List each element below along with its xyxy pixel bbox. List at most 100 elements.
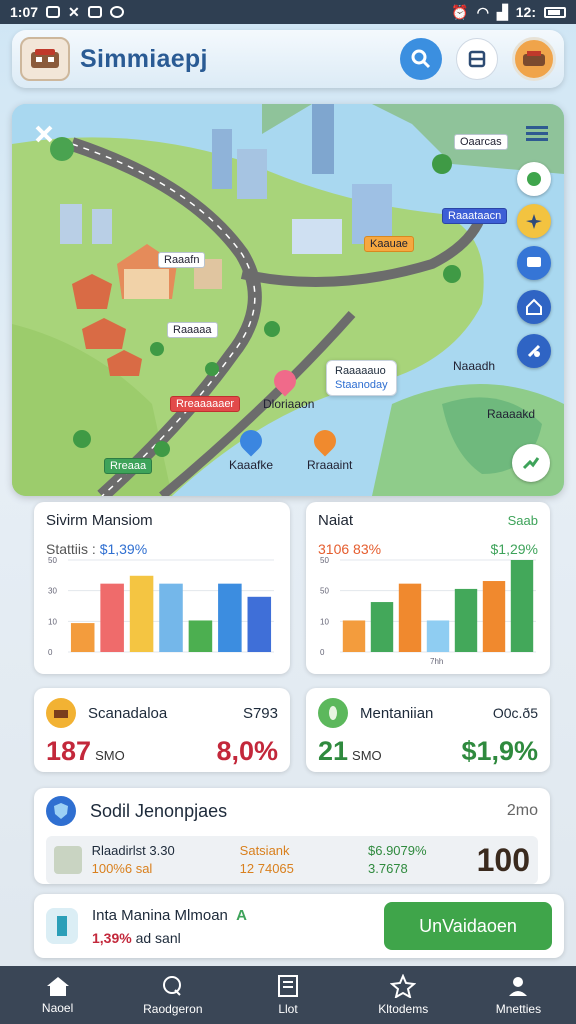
action-card[interactable]: Inta Manina Mlmoan A 1,39% ad sanl UnVai…: [34, 894, 564, 958]
bar: [426, 620, 450, 652]
map-label-right-blue[interactable]: Raaataacn: [442, 208, 508, 224]
city-map[interactable]: Oaarcas Raaafn Raaaaa Raaataacn Kaauae R…: [12, 104, 564, 496]
nav-profile[interactable]: Mnetties: [461, 966, 576, 1024]
chart-left-title: Sivirm Mansiom: [46, 512, 153, 529]
y-tick-label: 30: [48, 587, 57, 596]
stat-left-unit: SMO: [95, 748, 125, 763]
star-icon: [390, 974, 417, 998]
map-callout-line1: Raaaaauo: [335, 365, 386, 377]
map-pin-center-label: Dloriaaon: [263, 397, 315, 411]
social-right-line2: 3.7678: [368, 861, 408, 876]
social-left-line1: Rlaadirlst 3.30: [91, 843, 175, 858]
traffic-layer-icon[interactable]: [517, 204, 551, 238]
alarm-icon: ⏰: [451, 3, 469, 20]
chart-left-stat-value: $1,39%: [99, 541, 148, 557]
social-big-number: 100: [476, 841, 530, 878]
map-background: [12, 104, 564, 496]
map-pin-bottom-right-label: Rraaaint: [307, 458, 353, 472]
bar: [218, 583, 242, 652]
map-callout[interactable]: Raaaaauo Staanoday: [326, 360, 397, 396]
app-logo-icon[interactable]: [20, 37, 70, 81]
stat-right-percent: $1,9%: [461, 736, 538, 766]
shield-icon: [46, 796, 76, 826]
social-title: Sodil Jenonpjaes: [90, 800, 228, 821]
y-tick-label: 50: [320, 556, 329, 565]
map-pin-bottom-left-label: Kaaafke: [229, 458, 274, 472]
y-tick-label: 0: [48, 648, 53, 657]
shuffle-icon: ✕: [68, 3, 80, 20]
app-header: Simmiaepj: [12, 30, 564, 88]
bar: [247, 596, 272, 652]
home-layer-icon[interactable]: [517, 290, 551, 324]
bottom-nav: Naoel Raodgeron Llot Kltodems Mnetties: [0, 966, 576, 1024]
action-sub-value: 1,39%: [92, 929, 132, 946]
image-icon: [87, 6, 102, 18]
map-label-red-tag[interactable]: Rreaaaaaer: [170, 396, 241, 412]
map-label-upper-mid[interactable]: Raaafn: [158, 252, 206, 268]
status-time-right: 12:: [515, 4, 536, 20]
map-callout-line2: Staanoday: [335, 379, 388, 391]
stat-card-right[interactable]: Mentaniian O0c.ð5 21 SMO $1,9%: [306, 688, 550, 772]
nav-favorites[interactable]: Kltodems: [346, 966, 461, 1024]
bar: [342, 620, 366, 652]
social-right-line1: $6.9079%: [368, 843, 427, 858]
nav-profile-label: Mnetties: [495, 1002, 542, 1016]
y-tick-label: 10: [48, 617, 57, 626]
menu-button[interactable]: [456, 38, 498, 80]
map-label-left-mid[interactable]: Raaaaa: [167, 322, 218, 338]
tools-icon[interactable]: [28, 116, 62, 150]
chart-left-stat-label: Stattiis :: [46, 541, 96, 557]
search-icon: [411, 49, 431, 69]
stat-left-percent: 8,0%: [216, 736, 278, 766]
building-icon: [46, 908, 78, 944]
social-mid-line1: Satsiank: [239, 843, 290, 858]
action-title-suffix: A: [236, 906, 247, 924]
map-label-right-orange[interactable]: Kaauae: [364, 236, 414, 252]
map-menu-icon[interactable]: [520, 116, 554, 150]
nav-home[interactable]: Naoel: [0, 966, 115, 1024]
stat-left-title: Scanadaloa: [88, 704, 168, 722]
social-card[interactable]: Sodil Jenonpjaes 2mo Rlaadirlst 3.30 100…: [34, 788, 550, 884]
bar: [454, 588, 478, 652]
leaf-layer-icon[interactable]: [517, 162, 551, 196]
chart-card-left[interactable]: Sivirm Mansiom Stattiis : $1,39% 0 10 30 50: [34, 502, 290, 674]
nav-list-label: Llot: [278, 1002, 298, 1016]
nav-list[interactable]: Llot: [230, 966, 345, 1024]
stat-card-left[interactable]: Scanadaloa S793 187 SMO 8,0%: [34, 688, 290, 772]
home-icon: [46, 977, 69, 996]
chart-right-title: Naiat: [318, 512, 354, 529]
stat-right-unit: SMO: [352, 748, 382, 763]
signal-icon: ▟: [496, 3, 508, 20]
wifi-icon: ◠: [476, 3, 489, 20]
status-bar: 1:07 ✕ ⏰ ◠ ▟ 12:: [0, 0, 576, 24]
chat-layer-icon[interactable]: [517, 246, 551, 280]
map-label-harbor[interactable]: Naaadh: [448, 358, 500, 374]
menu-icon: [468, 50, 486, 68]
recenter-icon[interactable]: [512, 444, 550, 482]
bar: [100, 583, 124, 652]
social-summary-row: Rlaadirlst 3.30 100%6 sal Satsiank 12 74…: [46, 836, 538, 884]
y-tick-label: 10: [320, 617, 329, 626]
stat-right-number: 21: [318, 736, 349, 766]
stat-right-title: Mentaniian: [360, 704, 434, 722]
primary-action-button[interactable]: UnVaidaoen: [384, 902, 552, 950]
profile-icon: [509, 977, 528, 996]
bar: [188, 620, 213, 652]
map-label-lower-right[interactable]: Raaaakd: [482, 406, 540, 422]
stat-left-number: 187: [46, 736, 92, 766]
y-tick-label: 50: [320, 587, 329, 596]
search-button[interactable]: [400, 38, 442, 80]
chart-left-stat: Stattiis : $1,39%: [46, 541, 278, 557]
map-label-top-right[interactable]: Oaarcas: [454, 134, 508, 150]
notification-icon: [46, 6, 61, 18]
app-title: Simmiaepj: [80, 44, 208, 73]
map-label-green-tag[interactable]: Rreaaa: [104, 458, 153, 474]
profile-avatar[interactable]: [512, 37, 556, 81]
transit-layer-icon[interactable]: [517, 334, 551, 368]
nav-search[interactable]: Raodgeron: [115, 966, 230, 1024]
nav-favorites-label: Kltodems: [378, 1002, 429, 1016]
chart-card-right[interactable]: Naiat Saab 3106 83% $1,29% 0 10 50 50 7hh: [306, 502, 550, 674]
social-left-line2: 100%6 sal: [91, 861, 153, 876]
x-caption: 7hh: [430, 657, 443, 666]
social-mid-line2: 12 74065: [239, 861, 294, 876]
